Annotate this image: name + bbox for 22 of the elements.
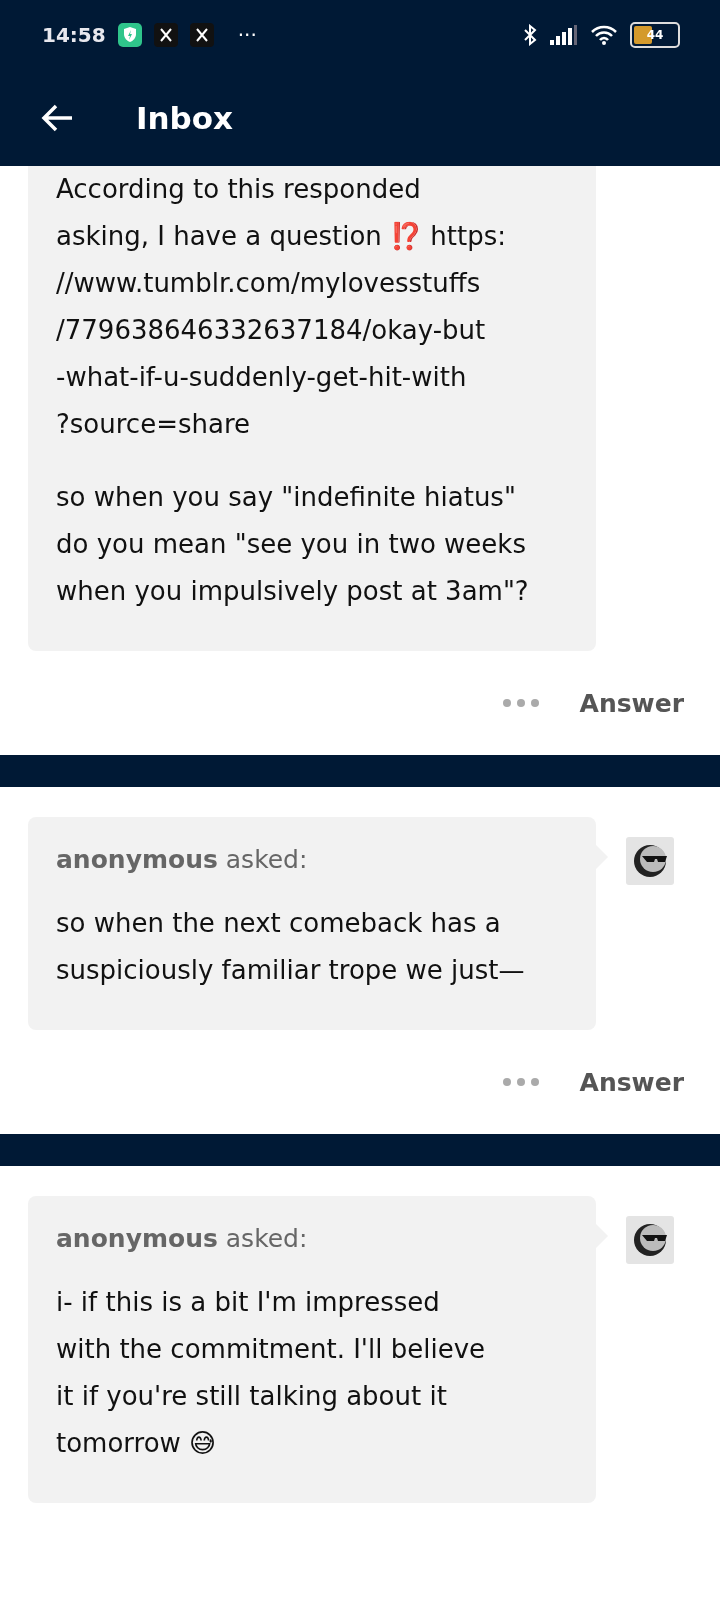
asker-label: anonymous asked: (56, 1224, 309, 1253)
answer-button[interactable]: Answer (579, 688, 684, 718)
signal-icon (550, 25, 578, 45)
more-icon[interactable] (501, 698, 540, 708)
asker-label: anonymous asked: (56, 845, 309, 874)
message-text: so when the next comeback has a suspiciously familiar trope we just— (56, 907, 526, 987)
message-text: According to this responded asking, I have a question ⁉ https: //www.tumblr.com/mylovesstuffs /779638646332637184/okay-but -what-if-u-suddenly-get-hit-with ?source=share (56, 173, 507, 441)
bluetooth-icon (522, 24, 538, 46)
shield-icon (117, 23, 142, 47)
more-icon[interactable] (501, 1077, 540, 1087)
message-text: so when you say "indefinite hiatus" do you mean "see you in two weeks when you impulsively post at 3am"? (56, 481, 530, 608)
screen-title: Inbox (136, 100, 234, 136)
wifi-icon (590, 24, 618, 46)
more-notifications: ··· (237, 23, 257, 47)
x-app-icon (153, 23, 178, 47)
x-app-icon (189, 23, 214, 47)
message-text: i- if this is a bit I'm impressed with the commitment. I'll believe it if you're still talking about it tomorrow 😅 (56, 1286, 486, 1460)
answer-button[interactable]: Answer (579, 1067, 684, 1097)
avatar-icon (626, 837, 674, 885)
avatar-icon (626, 1216, 674, 1264)
back-arrow-icon[interactable] (40, 103, 74, 133)
status-time: 14:58 (42, 23, 106, 47)
